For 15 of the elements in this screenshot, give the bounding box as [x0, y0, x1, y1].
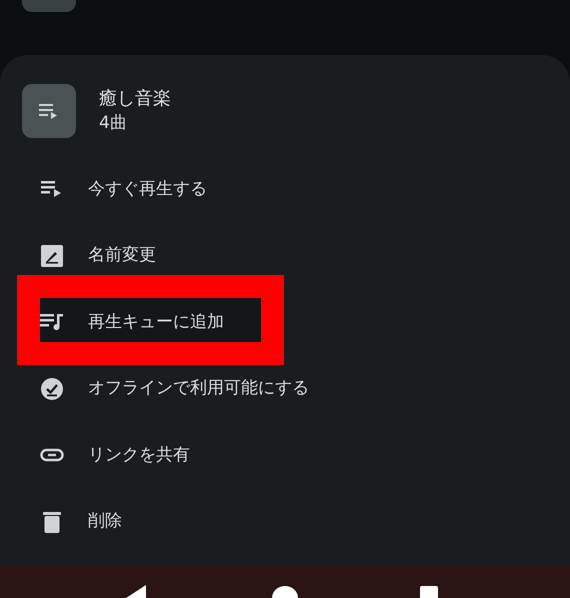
menu-item[interactable]: 再生キューに追加	[88, 310, 224, 335]
trash-icon	[40, 510, 64, 534]
track-count: 4曲	[99, 112, 128, 135]
menu-item[interactable]: オフラインで利用可能にする	[88, 376, 309, 402]
menu-item[interactable]: 名前変更	[88, 243, 156, 268]
home-icon[interactable]	[272, 586, 298, 598]
menu-item[interactable]: 削除	[88, 509, 122, 534]
menu-item[interactable]: 今すぐ再生する	[88, 176, 207, 202]
check-circle-icon	[40, 376, 64, 401]
playlist-thumbnail[interactable]	[22, 0, 76, 12]
playlist-play-icon	[39, 102, 59, 120]
back-icon[interactable]	[126, 585, 148, 598]
playlist-title: 癒し音楽	[99, 87, 171, 111]
menu-item[interactable]: リンクを共有	[88, 442, 190, 468]
edit-icon	[40, 244, 64, 268]
